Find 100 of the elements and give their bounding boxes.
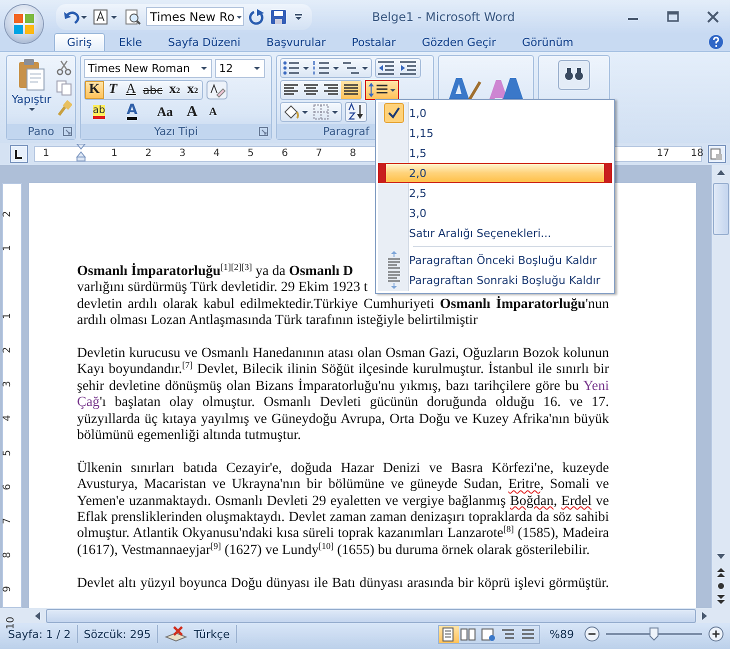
ruler-number: 6 bbox=[2, 483, 14, 490]
text-line: ardılı olması Lozan Antlaşmasında Türk tarafının isteğiyle belirtilmiştir bbox=[77, 313, 479, 330]
ribbon-tab[interactable]: Başvurular bbox=[254, 34, 338, 51]
bullet-list-icon[interactable] bbox=[281, 59, 311, 77]
ruler-number: 1 bbox=[111, 147, 118, 161]
slider-thumb-icon[interactable] bbox=[649, 627, 659, 641]
ruler-number: 7 bbox=[316, 147, 322, 161]
ruler-number: 2 bbox=[145, 147, 152, 161]
ruler-number: 1 bbox=[2, 312, 14, 320]
group-label: Pano bbox=[28, 125, 54, 138]
ruler-number: 18 bbox=[690, 147, 704, 161]
dropdown-caret-icon[interactable] bbox=[253, 66, 261, 70]
space-before-icon bbox=[387, 251, 401, 269]
text-line: Osmanlı İmparatorluğu$^{[1][2][3]}$ ya da Osmanlı D bbox=[77, 264, 354, 280]
font-name-field[interactable]: Times New Ro bbox=[146, 7, 244, 26]
vertical-scrollbar[interactable] bbox=[711, 165, 730, 608]
body-paragraph: Ülkenin sınırları batıda Cezayir'e, doğuda Hazar Denizi ve Basra Körfezi'ne, kuzeyde Avusturya, Macaristan ve Ukrayna'nın bir bölümüne ve güneyde Sudan, Eritre, Somali ve Yemen'e uzanmaktaydı. Osmanlı Devleti 29 eyaletten ve vergiye bağlanmış Boğdan, Erdel ve Eflak prensliklerinden oluşmaktaydı. Devlet zaman zaman denizaşırı topraklarda da söz sahibi olmuştur. Atlantik Okyanusu'ndaki kısa süreli toprak kazanımları Lanzarote$^{[8]}$ (1585), Madeira (1617), Vestmannaeyjar$^{[9]}$ (1627) ve Lundy$^{[10]}$ (1655) bu duruma örnek olarak gösterilebilir. bbox=[77, 460, 609, 560]
zoom-out-icon[interactable] bbox=[584, 626, 600, 642]
ruler-number: 8 bbox=[2, 552, 14, 558]
ruler-number: 2 bbox=[2, 347, 14, 354]
indent-marker-icon[interactable] bbox=[76, 144, 86, 162]
grow-font-button[interactable]: A bbox=[183, 103, 201, 121]
change-case-button[interactable]: Aa bbox=[150, 103, 180, 121]
scissors-icon[interactable] bbox=[56, 60, 72, 76]
text-line: devletin ardılı olarak kabul edilmektedir.Türkiye Cumhuriyeti Osmanlı İmparatorluğu'nun bbox=[77, 296, 609, 314]
multilevel-list-icon[interactable] bbox=[341, 59, 371, 77]
line-spacing-icon[interactable] bbox=[365, 80, 399, 100]
word-count[interactable]: Sözcük: 295 bbox=[84, 628, 151, 640]
clear-formatting-icon[interactable] bbox=[206, 80, 228, 100]
ruler-number: 5 bbox=[2, 449, 14, 456]
group-label: Paragraf bbox=[323, 125, 370, 138]
ruler-number: 3 bbox=[2, 381, 14, 388]
ruler-number: 9 bbox=[2, 586, 14, 592]
text-box-icon[interactable] bbox=[92, 8, 120, 24]
menu-item[interactable]: Paragraftan Önceki Boşluğu Kaldır bbox=[378, 250, 612, 270]
menu-item[interactable]: Satır Aralığı Seçenekleri... bbox=[378, 223, 612, 243]
window-title: Belge1 - Microsoft Word bbox=[372, 10, 515, 24]
ruler-number: 4 bbox=[2, 415, 14, 422]
space-after-icon bbox=[387, 271, 401, 289]
menu-item[interactable]: 1,15 bbox=[378, 123, 612, 143]
repeat-icon[interactable] bbox=[248, 8, 266, 24]
print-layout-icon[interactable] bbox=[438, 626, 459, 642]
font-name-field[interactable]: Times New Roman bbox=[84, 58, 212, 78]
ruler-number: 1 bbox=[42, 147, 50, 161]
copy-icon[interactable] bbox=[56, 80, 72, 96]
format-button[interactable]: T bbox=[104, 81, 122, 99]
ruler-number: 17 bbox=[656, 147, 670, 161]
dropdown-caret-icon[interactable] bbox=[200, 66, 208, 70]
ribbon-tab[interactable]: Gözden Geçir bbox=[410, 34, 508, 51]
zoom-level[interactable]: %89 bbox=[550, 628, 574, 640]
ribbon-tab[interactable]: Sayfa Düzeni bbox=[156, 34, 252, 51]
align-justify-icon[interactable] bbox=[341, 81, 361, 99]
scroll-thumb[interactable] bbox=[713, 183, 729, 235]
ruler-number: 8 bbox=[350, 147, 356, 161]
menu-item[interactable]: Paragraftan Sonraki Boşluğu Kaldır bbox=[378, 270, 612, 290]
shrink-font-button[interactable]: A bbox=[204, 103, 222, 121]
font-color-button[interactable]: A bbox=[117, 103, 147, 121]
ruler-number: 6 bbox=[282, 147, 288, 161]
format-button[interactable]: K bbox=[85, 81, 104, 99]
menu-item[interactable]: 2,0 bbox=[378, 163, 612, 183]
ribbon-tab[interactable]: Ekle bbox=[106, 34, 154, 51]
ruler-number: 5 bbox=[248, 147, 254, 161]
language-indicator[interactable]: Türkçe bbox=[194, 628, 230, 640]
format-button[interactable]: abc bbox=[140, 81, 166, 99]
undo-icon[interactable] bbox=[62, 8, 88, 24]
ribbon-tab[interactable]: Postalar bbox=[340, 34, 408, 51]
dialog-launcher-icon[interactable] bbox=[63, 127, 72, 136]
clipboard-icon bbox=[16, 58, 46, 92]
ribbon-tab[interactable]: Görünüm bbox=[510, 34, 586, 51]
ruler-number: 2 bbox=[2, 210, 14, 217]
numbered-list-icon[interactable] bbox=[311, 59, 341, 77]
view-ruler-icon[interactable] bbox=[708, 145, 726, 163]
tab-stop-selector-icon[interactable] bbox=[10, 145, 28, 163]
highlight-button[interactable]: ab bbox=[84, 103, 114, 121]
ruler-number: 3 bbox=[179, 147, 186, 161]
sort-icon[interactable] bbox=[345, 102, 367, 122]
group-label: Yazı Tipi bbox=[154, 125, 198, 138]
font-size-field[interactable]: 12 bbox=[215, 58, 265, 78]
menu-item[interactable]: 3,0 bbox=[378, 203, 612, 223]
save-icon[interactable] bbox=[270, 8, 288, 24]
help-icon[interactable] bbox=[708, 34, 724, 50]
ruler-number: 1 bbox=[2, 244, 14, 252]
body-paragraph: Devlet altı yüzyıl boyunca Doğu dünyası ile Batı dünyası arasında bir köprü işlevi görmüştür. bbox=[77, 576, 609, 592]
dialog-launcher-icon[interactable] bbox=[259, 127, 268, 136]
menu-item[interactable]: 1,5 bbox=[378, 143, 612, 163]
paste-button[interactable]: Yapıştır bbox=[10, 58, 53, 122]
print-preview-icon[interactable] bbox=[124, 8, 142, 24]
zoom-in-icon[interactable] bbox=[708, 626, 724, 642]
ruler-number: 7 bbox=[2, 518, 14, 524]
menu-item[interactable]: 1,0 bbox=[378, 103, 612, 123]
binoculars-icon[interactable] bbox=[558, 60, 590, 90]
menu-item[interactable]: 2,5 bbox=[378, 183, 612, 203]
page-count[interactable]: Sayfa: 1 / 2 bbox=[8, 628, 71, 640]
ruler-number: 4 bbox=[213, 147, 220, 161]
body-paragraph: Devletin kurucusu ve Osmanlı Hanedanının atası olan Osman Gazi, Oğuzların Bozok kolunun Kayı boyundandır.$^{[7]}$ Devlet, Bilecik ilinin Söğüt ilçesinde kurulmuştur. İstanbul ile sınırlı bir şehir devletine dönüşmüş olan Bizans İmparatorluğu'nu yıkmış, bazı tarihçilere göre bu Yeni Çağ'ı başlatan olay olmuştur. Osmanlı Devleti gücünün doruğunda olduğu 16. ve 17. yüzyıllarda üç kıtaya yayılmış ve Güneydoğu Avrupa, Orta Doğu ve Kuzey Afrika'nın büyük bölümünü egemenliği altında tutmuştur. bbox=[77, 346, 609, 444]
ruler-number: 10 bbox=[5, 616, 18, 630]
scroll-thumb[interactable] bbox=[46, 608, 696, 622]
ribbon-tab[interactable]: Giriş bbox=[54, 33, 105, 51]
office-logo-icon bbox=[13, 13, 35, 35]
format-button[interactable]: A bbox=[122, 81, 140, 99]
